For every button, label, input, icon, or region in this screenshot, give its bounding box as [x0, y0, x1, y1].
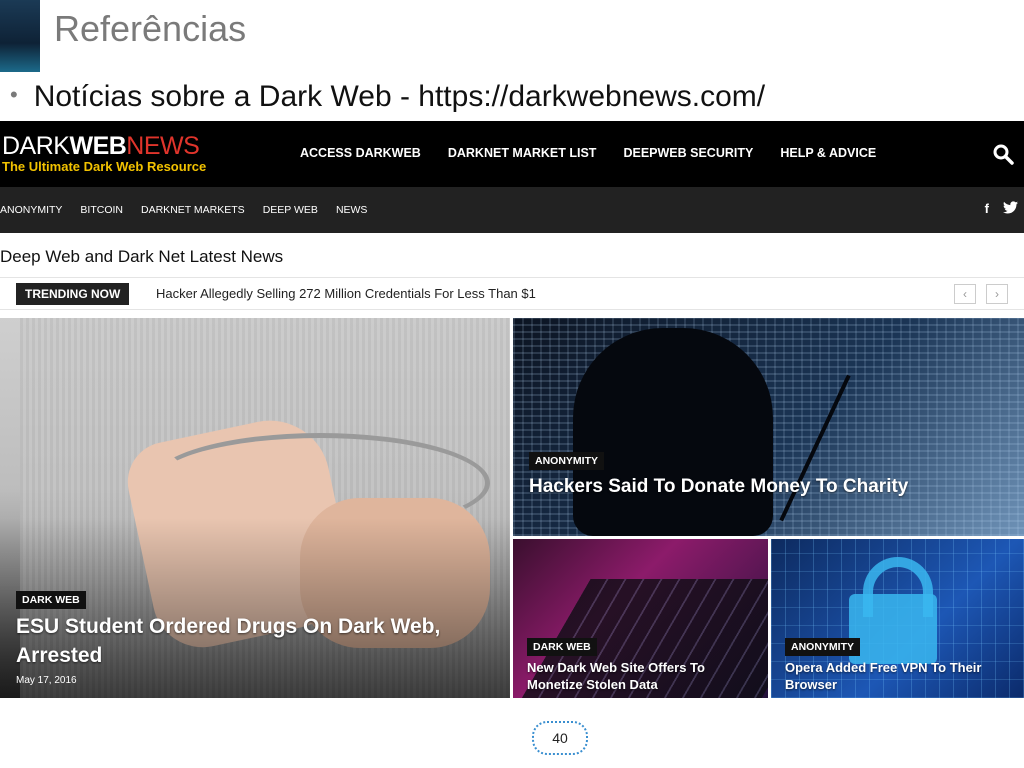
padlock-body — [849, 594, 937, 664]
logo-web: WEB — [69, 132, 127, 160]
facebook-icon[interactable]: f — [985, 201, 989, 216]
category-darknet-markets[interactable]: DARKNET MARKETS — [141, 204, 245, 216]
trending-badge: TRENDING NOW — [16, 283, 130, 305]
category-bar: ANONYMITY BITCOIN DARKNET MARKETS DEEP W… — [0, 187, 1024, 233]
bullet-line: • Notícias sobre a Dark Web - https://dar… — [10, 80, 765, 114]
bullet-text: Notícias sobre a Dark Web - https://dark… — [33, 80, 766, 113]
nav-darknet-market-list[interactable]: DARKNET MARKET LIST — [448, 146, 597, 160]
article-card[interactable]: DARK WEB New Dark Web Site Offers To Mon… — [513, 539, 768, 698]
trending-prev-button[interactable]: ‹ — [954, 284, 976, 304]
trending-next-button[interactable]: › — [986, 284, 1008, 304]
category-badge[interactable]: DARK WEB — [527, 638, 597, 656]
article-title[interactable]: New Dark Web Site Offers To Monetize Sto… — [527, 659, 757, 693]
latest-news-heading: Deep Web and Dark Net Latest News — [0, 247, 284, 266]
page-number: 40 — [532, 721, 588, 755]
nav-deepweb-security[interactable]: DEEPWEB SECURITY — [623, 146, 753, 160]
article-title[interactable]: Opera Added Free VPN To Their Browser — [785, 659, 1015, 693]
trending-headline-link[interactable]: Hacker Allegedly Selling 272 Million Cre… — [156, 286, 536, 301]
slide-title: Referências — [54, 8, 247, 49]
article-card[interactable]: ANONYMITY Opera Added Free VPN To Their … — [771, 539, 1024, 698]
article-title[interactable]: ESU Student Ordered Drugs On Dark Web, A… — [16, 612, 456, 670]
category-bitcoin[interactable]: BITCOIN — [80, 204, 123, 216]
site-header: DARKWEBNEWS The Ultimate Dark Web Resour… — [0, 121, 1024, 187]
website-screenshot: DARKWEBNEWS The Ultimate Dark Web Resour… — [0, 121, 1024, 699]
category-badge[interactable]: ANONYMITY — [785, 638, 860, 656]
nav-help-advice[interactable]: HELP & ADVICE — [780, 146, 876, 160]
bullet-icon: • — [10, 82, 18, 107]
featured-article-card[interactable]: DARK WEB ESU Student Ordered Drugs On Da… — [0, 318, 510, 698]
category-nav: ANONYMITY BITCOIN DARKNET MARKETS DEEP W… — [0, 204, 367, 216]
twitter-icon[interactable] — [1003, 201, 1018, 214]
logo-dark: DARK — [2, 132, 70, 160]
category-deep-web[interactable]: DEEP WEB — [263, 204, 318, 216]
main-nav: ACCESS DARKWEB DARKNET MARKET LIST DEEPW… — [300, 146, 876, 160]
site-logo[interactable]: DARKWEBNEWS The Ultimate Dark Web Resour… — [2, 133, 206, 175]
logo-wordmark: DARKWEBNEWS — [2, 133, 206, 159]
category-anonymity[interactable]: ANONYMITY — [0, 204, 62, 216]
category-badge[interactable]: ANONYMITY — [529, 452, 604, 470]
image-hacker-silhouette — [573, 328, 773, 536]
logo-news: NEWS — [126, 132, 200, 160]
logo-tagline: The Ultimate Dark Web Resource — [2, 159, 207, 174]
divider — [0, 309, 1024, 310]
divider — [0, 277, 1024, 278]
article-title[interactable]: Hackers Said To Donate Money To Charity — [529, 474, 949, 499]
social-links: f — [985, 201, 1018, 216]
article-date: May 17, 2016 — [16, 675, 77, 686]
nav-access-darkweb[interactable]: ACCESS DARKWEB — [300, 146, 421, 160]
category-badge[interactable]: DARK WEB — [16, 591, 86, 609]
search-icon[interactable] — [992, 143, 1014, 165]
article-card[interactable]: ANONYMITY Hackers Said To Donate Money T… — [513, 318, 1024, 536]
category-news[interactable]: NEWS — [336, 204, 368, 216]
slide-accent-bar — [0, 0, 40, 72]
